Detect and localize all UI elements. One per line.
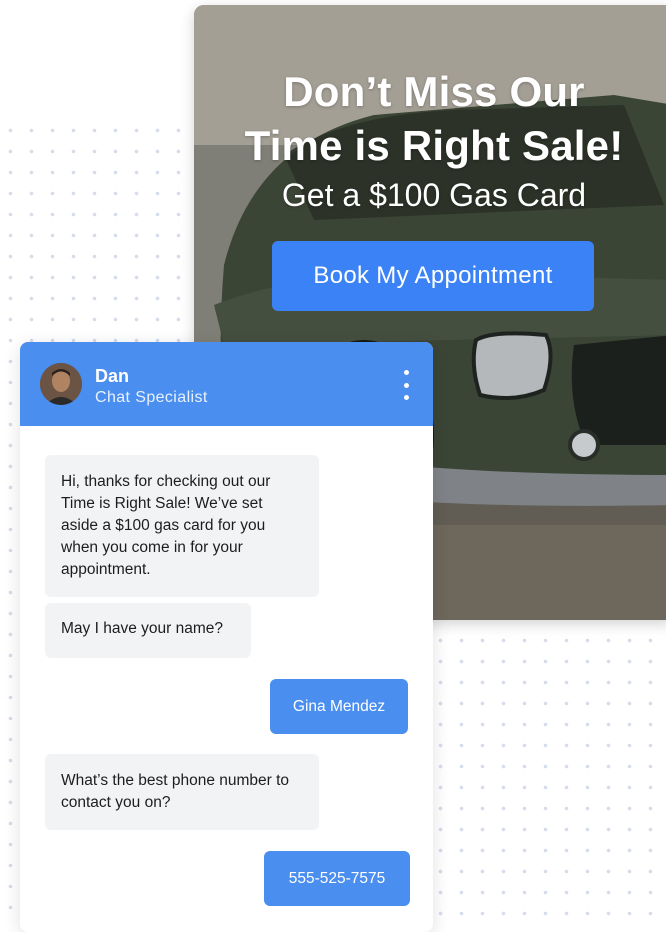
agent-message: Hi, thanks for checking out our Time is … [45,455,319,597]
agent-role: Chat Specialist [95,389,208,406]
chat-header: Dan Chat Specialist [20,342,433,426]
user-message: Gina Mendez [270,679,408,734]
promo-subtitle: Get a $100 Gas Card [281,177,587,213]
agent-message: May I have your name? [45,603,251,658]
promo-title-line-2: Time is Right Sale! [244,122,624,169]
dot-pattern-right [430,630,666,928]
vertical-ellipsis-icon[interactable] [396,370,416,400]
agent-photo-icon [40,363,82,405]
chat-widget: Dan Chat Specialist Hi, thanks for check… [20,342,433,932]
promo-title: Don’t Miss Our Time is Right Sale! [194,65,666,173]
promo-title-line-1: Don’t Miss Our [283,68,585,115]
agent-name: Dan [95,366,130,386]
book-appointment-button[interactable]: Book My Appointment [272,241,594,311]
avatar [40,363,82,405]
agent-message: What’s the best phone number to contact … [45,754,319,830]
user-message: 555-525-7575 [264,851,410,906]
